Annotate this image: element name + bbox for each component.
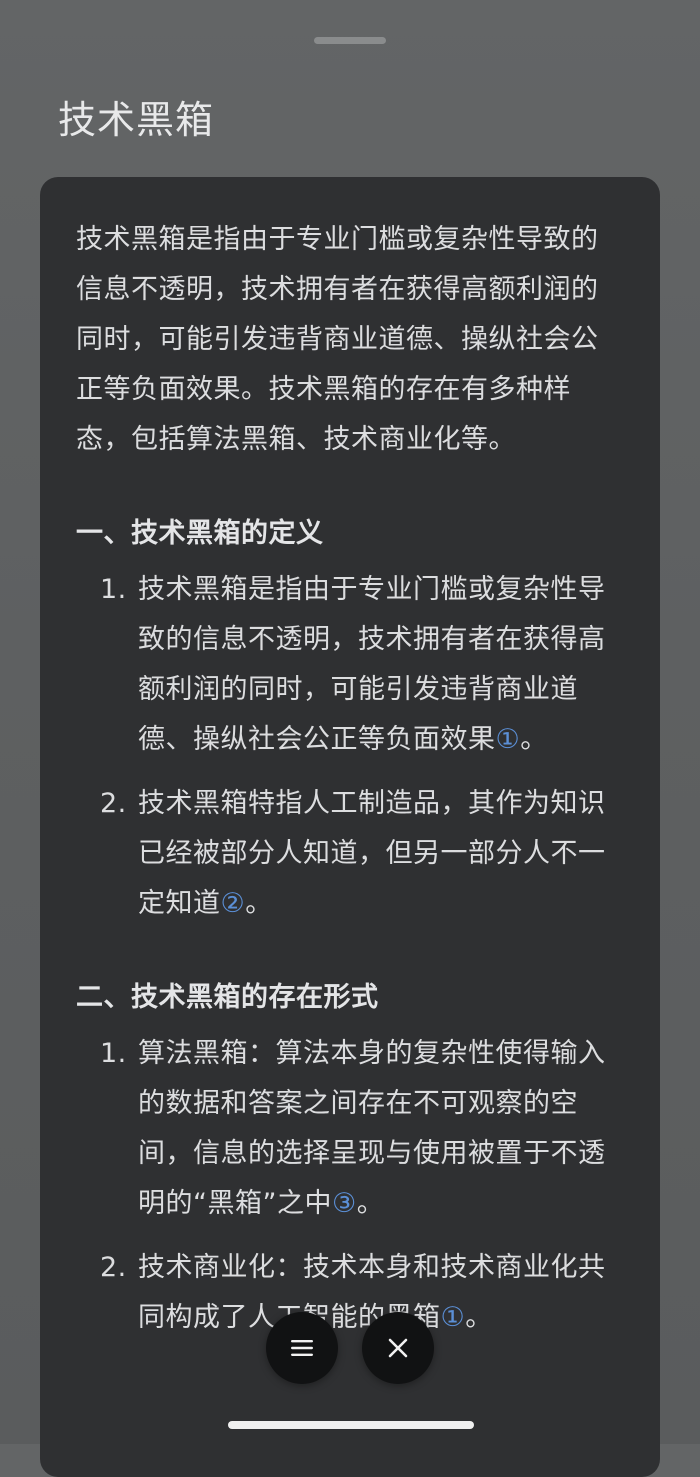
content-card: 技术黑箱是指由于专业门槛或复杂性导致的信息不透明，技术拥有者在获得高额利润的同时… (40, 177, 660, 1477)
sheet-title: 技术黑箱 (58, 98, 215, 142)
list-item-text: 技术黑箱特指人工制造品，其作为知识已经被部分人知道，但另一部分人不一定知道 (138, 788, 606, 919)
list-item: 1. 算法黑箱：算法本身的复杂性使得输入的数据和答案之间存在不可观察的空间，信息… (76, 1029, 608, 1229)
menu-icon (291, 1340, 313, 1356)
list-item-number: 1. (100, 574, 127, 605)
drag-handle[interactable] (314, 37, 386, 44)
list-item-end: 。 (245, 888, 273, 919)
list-item-end: 。 (356, 1188, 385, 1219)
list-item-end: 。 (465, 1302, 493, 1333)
citation-link[interactable]: ① (496, 724, 521, 755)
definition-list: 1. 技术黑箱是指由于专业门槛或复杂性导致的信息不透明，技术拥有者在获得高额利润… (76, 565, 608, 929)
citation-link[interactable]: ② (221, 888, 246, 919)
close-icon (388, 1338, 408, 1358)
list-item: 2. 技术黑箱特指人工制造品，其作为知识已经被部分人知道，但另一部分人不一定知道… (76, 779, 608, 929)
list-item-number: 2. (100, 788, 127, 819)
section-forms: 二、技术黑箱的存在形式 1. 算法黑箱：算法本身的复杂性使得输入的数据和答案之间… (76, 973, 608, 1343)
intro-paragraph: 技术黑箱是指由于专业门槛或复杂性导致的信息不透明，技术拥有者在获得高额利润的同时… (76, 224, 599, 455)
home-indicator[interactable] (228, 1421, 474, 1429)
citation-link[interactable]: ③ (332, 1188, 357, 1219)
menu-button[interactable] (266, 1312, 338, 1384)
list-item-number: 1. (100, 1038, 127, 1069)
section-heading: 一、技术黑箱的定义 (76, 518, 324, 549)
list-item: 1. 技术黑箱是指由于专业门槛或复杂性导致的信息不透明，技术拥有者在获得高额利润… (76, 565, 608, 765)
list-item-number: 2. (100, 1252, 127, 1283)
citation-link[interactable]: ① (441, 1302, 466, 1333)
content-body: 技术黑箱是指由于专业门槛或复杂性导致的信息不透明，技术拥有者在获得高额利润的同时… (76, 215, 608, 1343)
list-item-end: 。 (520, 724, 548, 755)
close-button[interactable] (362, 1312, 434, 1384)
list-item: 2. 技术商业化：技术本身和技术商业化共同构成了人工智能的黑箱①。 (76, 1243, 608, 1343)
forms-list: 1. 算法黑箱：算法本身的复杂性使得输入的数据和答案之间存在不可观察的空间，信息… (76, 1029, 608, 1343)
section-heading: 二、技术黑箱的存在形式 (76, 982, 379, 1013)
list-item-text: 技术商业化：技术本身和技术商业化共同构成了人工智能的黑箱 (138, 1252, 606, 1333)
section-definition: 一、技术黑箱的定义 1. 技术黑箱是指由于专业门槛或复杂性导致的信息不透明，技术… (76, 509, 608, 929)
